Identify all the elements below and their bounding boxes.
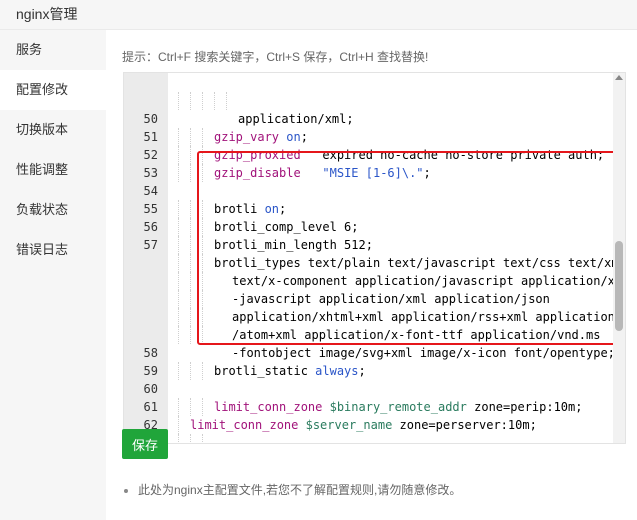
note-text: 此处为nginx主配置文件,若您不了解配置规则,请勿随意修改。 — [138, 483, 462, 497]
sidebar-item-load-status[interactable]: 负载状态 — [0, 190, 106, 230]
code-line[interactable]: 59 — [124, 344, 625, 378]
window-header: nginx管理 — [0, 0, 637, 30]
scroll-thumb[interactable] — [615, 241, 623, 331]
sidebar: 服务 配置修改 切换版本 性能调整 负载状态 错误日志 — [0, 30, 106, 520]
code-line[interactable]: /atom+xml application/x-font-ttf applica… — [124, 290, 625, 342]
shortcut-tip: 提示：Ctrl+F 搜索关键字，Ctrl+S 保存，Ctrl+H 查找替换! — [122, 50, 429, 64]
code-line[interactable]: 62 — [124, 398, 625, 432]
window-title: nginx管理 — [16, 6, 78, 22]
code-line[interactable]: application/xml; — [124, 74, 625, 126]
main-panel: 提示：Ctrl+F 搜索关键字，Ctrl+S 保存，Ctrl+H 查找替换! a… — [106, 30, 637, 520]
editor-scrollbar[interactable] — [613, 73, 625, 443]
code-line[interactable]: 58 brotli_static always; — [124, 326, 625, 380]
code-line[interactable]: 57 brotli_types text/plain text/javascri… — [124, 218, 625, 272]
code-line[interactable]: 53 — [124, 146, 625, 180]
scroll-up-arrow-icon[interactable] — [615, 75, 623, 80]
code-line[interactable]: 52 gzip_disable "MSIE [1-6]\."; — [124, 128, 625, 182]
code-line[interactable] — [124, 416, 625, 443]
code-editor[interactable]: application/xml; 50 gzip_vary on; 51 gzi… — [123, 72, 626, 444]
sidebar-item-switch-version[interactable]: 切换版本 — [0, 110, 106, 150]
code-line[interactable]: 54 brotli on; — [124, 164, 625, 218]
config-warning-note: 此处为nginx主配置文件,若您不了解配置规则,请勿随意修改。 — [124, 481, 461, 498]
save-button[interactable]: 保存 — [122, 429, 168, 459]
code-line[interactable]: -fontobject image/svg+xml image/x-icon f… — [124, 308, 625, 360]
code-line[interactable]: 51 gzip_proxied expired no-cache no-stor… — [124, 110, 625, 164]
code-line[interactable]: 61 limit_conn_zone $server_name zone=per… — [124, 380, 625, 434]
sidebar-item-performance[interactable]: 性能调整 — [0, 150, 106, 190]
code-line[interactable]: 56 brotli_min_length 512; — [124, 200, 625, 254]
code-line[interactable]: -javascript application/xml application/… — [124, 254, 625, 306]
code-line[interactable]: 60 limit_conn_zone $binary_remote_addr z… — [124, 362, 625, 416]
sidebar-item-service[interactable]: 服务 — [0, 30, 106, 70]
code-line[interactable]: 55 brotli_comp_level 6; — [124, 182, 625, 236]
sidebar-item-config[interactable]: 配置修改 — [0, 70, 106, 110]
bullet-icon — [124, 488, 128, 493]
code-line[interactable]: 50 gzip_vary on; — [124, 92, 625, 146]
sidebar-item-error-log[interactable]: 错误日志 — [0, 230, 106, 270]
code-line[interactable]: application/xhtml+xml application/rss+xm… — [124, 272, 625, 324]
code-line[interactable]: text/x-component application/javascript … — [124, 236, 625, 288]
